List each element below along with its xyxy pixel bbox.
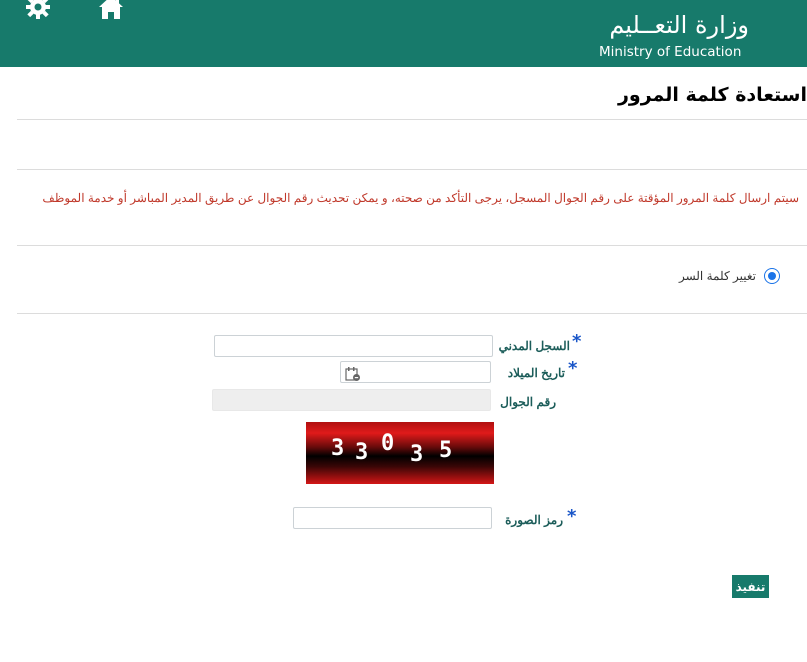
birth-date-input[interactable]: [340, 361, 491, 383]
required-mark: *: [567, 506, 577, 527]
home-icon[interactable]: [97, 0, 125, 20]
captcha-digit: 3: [355, 440, 369, 465]
captcha-code-label: رمز الصورة: [505, 513, 563, 527]
ministry-logo: وزارة التعــليم Ministry of Education: [599, 8, 749, 62]
calendar-icon[interactable]: [345, 366, 361, 382]
top-header: وزارة التعــليم Ministry of Education: [0, 0, 807, 67]
captcha-digit: 0: [381, 431, 395, 456]
captcha-image: 3 3 0 3 5: [306, 422, 494, 484]
captcha-digit: 5: [439, 438, 453, 463]
required-mark: *: [572, 331, 582, 352]
page-title: استعادة كلمة المرور: [617, 84, 807, 106]
sms-notice: سيتم ارسال كلمة المرور المؤقتة على رقم ا…: [42, 191, 799, 205]
gear-icon[interactable]: [24, 0, 52, 20]
captcha-digit: 3: [410, 442, 424, 467]
divider: [17, 245, 807, 246]
required-mark: *: [568, 358, 578, 379]
birth-date-label: تاريخ الميلاد: [507, 366, 565, 380]
divider: [17, 313, 807, 314]
captcha-code-input[interactable]: [293, 507, 492, 529]
mobile-label: رقم الجوال: [500, 395, 556, 409]
change-password-radio[interactable]: [764, 268, 780, 284]
civil-id-input[interactable]: [214, 335, 493, 357]
mobile-input: [212, 389, 491, 411]
submit-button[interactable]: تنفيذ: [732, 575, 769, 598]
divider: [17, 169, 807, 170]
divider: [17, 119, 807, 120]
civil-id-label: السجل المدني: [498, 339, 570, 353]
logo-arabic: وزارة التعــليم: [609, 11, 749, 39]
change-password-label: تغيير كلمة السر: [678, 269, 756, 283]
captcha-digit: 3: [331, 436, 345, 461]
logo-english: Ministry of Education: [599, 44, 742, 60]
change-password-option[interactable]: تغيير كلمة السر: [679, 268, 780, 284]
